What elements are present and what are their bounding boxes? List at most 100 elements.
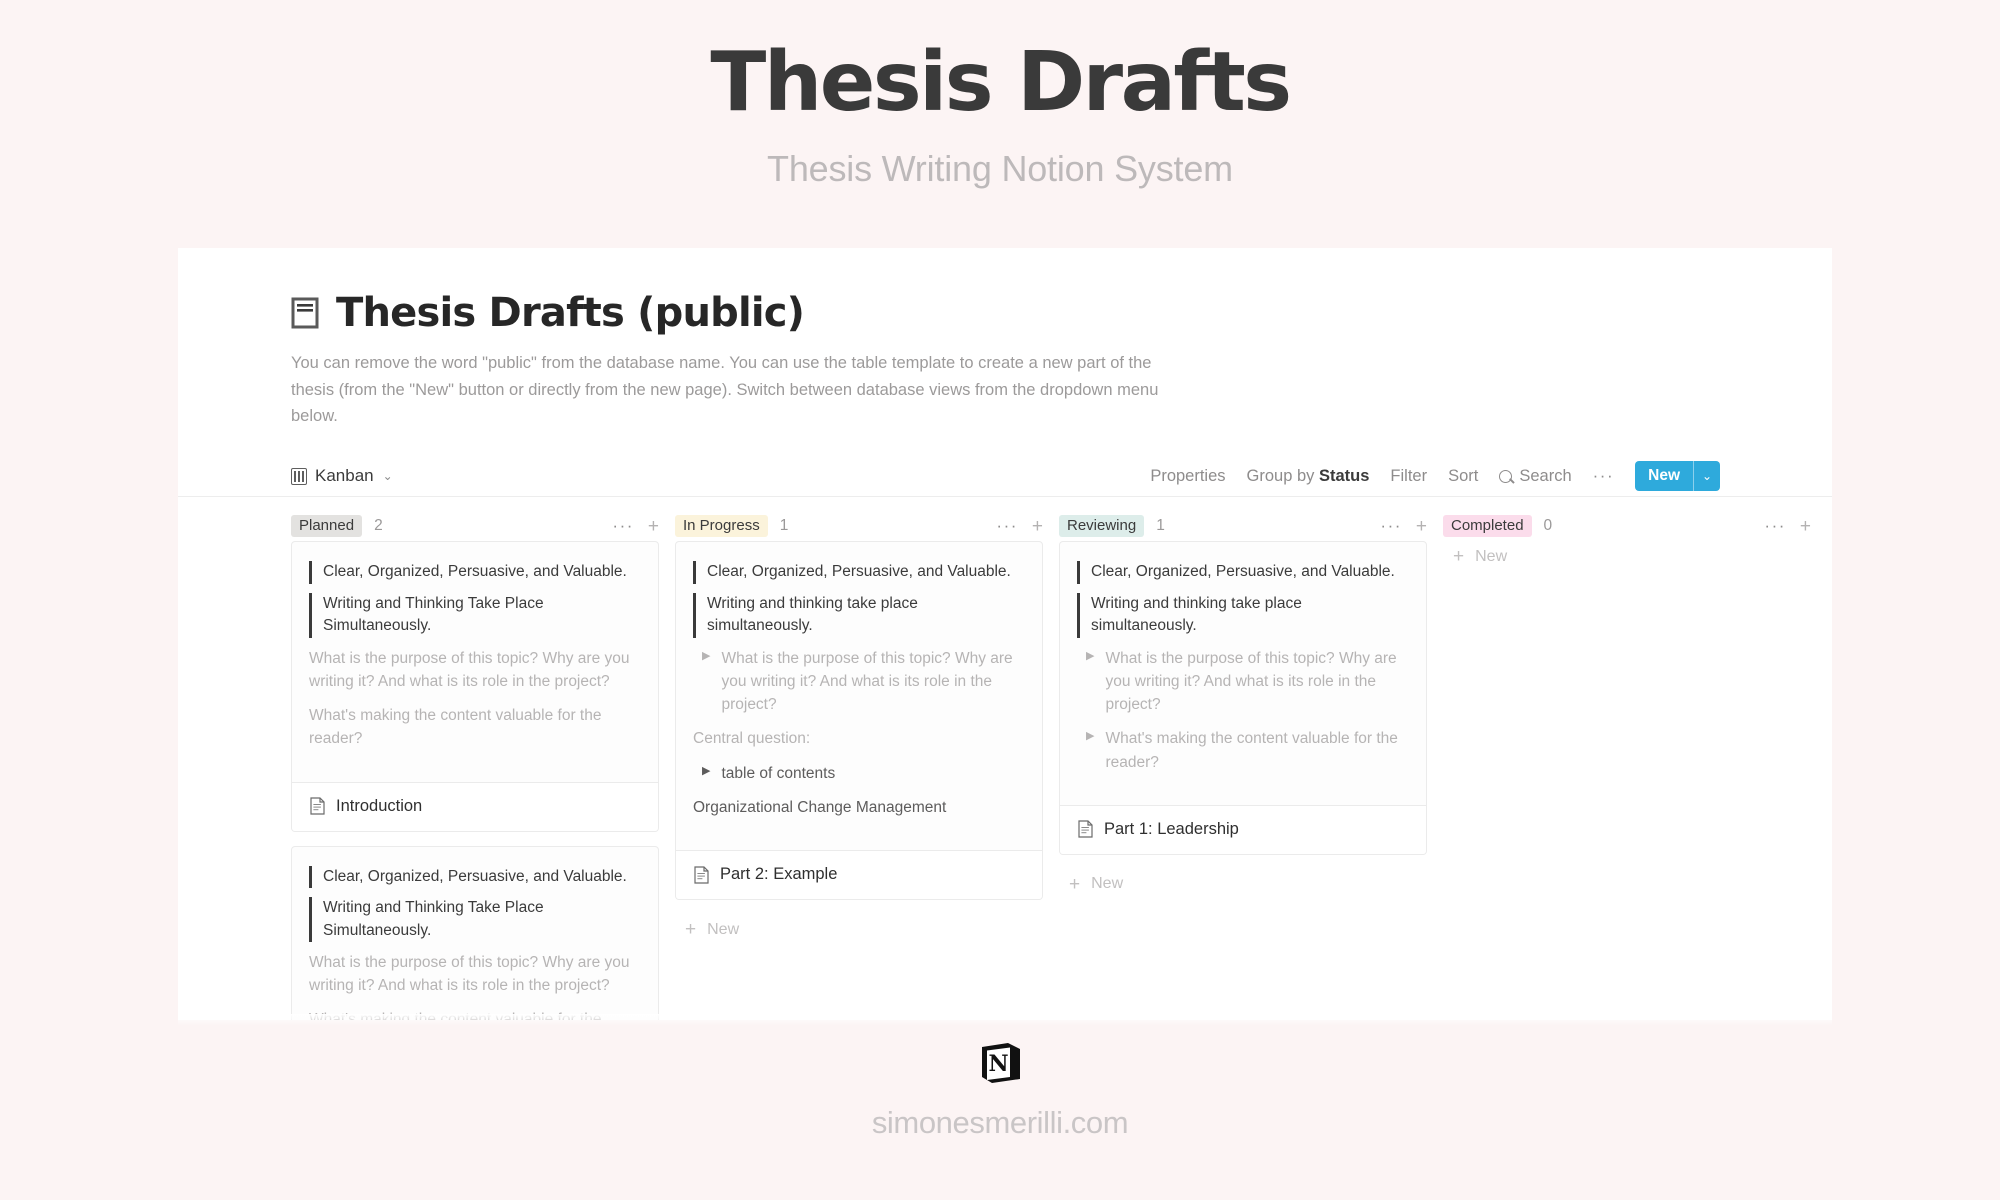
kanban-column-completed: Completed 0 ··· + + New xyxy=(1443,497,1827,1020)
plus-icon: + xyxy=(1453,546,1465,568)
card-toggle-block: ▶ What's making the content valuable for … xyxy=(1077,727,1406,774)
properties-button[interactable]: Properties xyxy=(1150,467,1225,486)
column-header: Completed 0 ··· + xyxy=(1443,497,1811,541)
column-add-icon[interactable]: + xyxy=(648,517,659,536)
card-text-block: What is the purpose of this topic? Why a… xyxy=(309,953,630,995)
page-root: Thesis Drafts Thesis Writing Notion Syst… xyxy=(0,0,2000,1200)
column-add-icon[interactable]: + xyxy=(1032,517,1043,536)
card-text-block: What is the purpose of this topic? Why a… xyxy=(309,649,630,690)
card-quote-block: Writing and Thinking Take Place Simultan… xyxy=(309,592,638,638)
more-options-icon[interactable]: ··· xyxy=(1593,466,1614,486)
new-button-label: New xyxy=(1648,467,1680,485)
column-more-icon[interactable]: ··· xyxy=(1380,516,1401,536)
kanban-card[interactable]: Clear, Organized, Persuasive, and Valuab… xyxy=(291,541,659,832)
card-toggle-label: What is the purpose of this topic? Why a… xyxy=(721,649,1013,714)
status-badge[interactable]: Completed xyxy=(1443,515,1532,538)
notion-screenshot-panel: Thesis Drafts (public) You can remove th… xyxy=(178,248,1832,1020)
card-toggle-label: What is the purpose of this topic? Why a… xyxy=(1105,649,1397,714)
group-by-button[interactable]: Group by Status xyxy=(1247,467,1370,486)
search-label: Search xyxy=(1519,466,1572,485)
column-header: Planned 2 ··· + xyxy=(291,497,659,541)
group-by-prefix: Group by xyxy=(1246,466,1315,485)
column-new-card-label: New xyxy=(707,920,740,938)
card-toggle-label: What's making the content valuable for t… xyxy=(1105,730,1398,771)
page-icon xyxy=(694,865,709,884)
card-quote-block: Writing and thinking take place simultan… xyxy=(693,592,1022,638)
column-actions: ··· + xyxy=(1764,516,1811,536)
column-count: 1 xyxy=(779,517,789,535)
card-footer: Introduction xyxy=(292,781,658,831)
view-toolbar: Kanban ⌄ Properties Group by Status Filt… xyxy=(178,456,1832,496)
column-more-icon[interactable]: ··· xyxy=(612,516,633,536)
column-header: In Progress 1 ··· + xyxy=(675,497,1043,541)
column-add-icon[interactable]: + xyxy=(1800,517,1811,536)
database-description: You can remove the word "public" from th… xyxy=(291,354,1159,426)
plus-icon: + xyxy=(685,919,697,941)
footer-url[interactable]: simonesmerilli.com xyxy=(0,1105,2000,1141)
kanban-card[interactable]: Clear, Organized, Persuasive, and Valuab… xyxy=(1059,541,1427,855)
card-text-block: Central question: xyxy=(693,730,811,748)
status-badge[interactable]: Planned xyxy=(291,515,363,538)
column-header: Reviewing 1 ··· + xyxy=(1059,497,1427,541)
chevron-down-icon: ⌄ xyxy=(382,469,393,484)
filter-button[interactable]: Filter xyxy=(1390,467,1427,486)
card-toggle-block: ▶ What is the purpose of this topic? Why … xyxy=(1077,647,1406,717)
kanban-card[interactable]: Clear, Organized, Persuasive, and Valuab… xyxy=(675,541,1043,901)
column-new-card-label: New xyxy=(1475,547,1508,565)
card-quote-block: Clear, Organized, Persuasive, and Valuab… xyxy=(309,865,638,889)
card-title: Part 2: Example xyxy=(720,865,838,884)
group-by-value: Status xyxy=(1318,466,1370,485)
column-new-card-button[interactable]: + New xyxy=(1443,541,1811,566)
page-title: Thesis Drafts xyxy=(710,35,1292,130)
notion-logo: N xyxy=(975,1038,1025,1093)
search-icon xyxy=(1499,469,1513,483)
page-subtitle: Thesis Writing Notion System xyxy=(767,148,1233,190)
column-more-icon[interactable]: ··· xyxy=(996,516,1017,536)
card-preview: Clear, Organized, Persuasive, and Valuab… xyxy=(292,542,658,781)
search-button[interactable]: Search xyxy=(1499,466,1572,486)
card-toggle-block: ▶ table of contents xyxy=(693,762,1022,785)
column-count: 1 xyxy=(1156,517,1165,535)
page-icon xyxy=(1078,820,1093,838)
card-quote-block: Clear, Organized, Persuasive, and Valuab… xyxy=(309,561,638,584)
card-footer: Part 2: Example xyxy=(676,850,1042,900)
card-preview: Clear, Organized, Persuasive, and Valuab… xyxy=(1060,542,1426,805)
column-new-card-button[interactable]: + New xyxy=(1059,869,1427,894)
svg-text:N: N xyxy=(988,1051,1008,1077)
column-add-icon[interactable]: + xyxy=(1416,517,1427,536)
card-quote-block: Writing and thinking take place simultan… xyxy=(1077,592,1406,638)
plus-icon: + xyxy=(1069,873,1081,895)
new-button[interactable]: New ⌄ xyxy=(1635,461,1720,492)
card-toggle-label: table of contents xyxy=(721,764,836,782)
card-title: Introduction xyxy=(336,796,423,815)
column-actions: ··· + xyxy=(612,516,659,536)
new-button-caret-icon[interactable]: ⌄ xyxy=(1694,461,1720,491)
hero-header: Thesis Drafts Thesis Writing Notion Syst… xyxy=(0,0,2000,190)
kanban-card[interactable]: Clear, Organized, Persuasive, and Valuab… xyxy=(291,845,659,1020)
column-new-card-button[interactable]: + New xyxy=(675,914,1043,939)
sort-button[interactable]: Sort xyxy=(1448,467,1478,486)
triangle-right-icon: ▶ xyxy=(1086,649,1095,662)
panel-bottom-fade xyxy=(178,1014,1832,1026)
kanban-column-in-progress: In Progress 1 ··· + Clear, Organized, Persua… xyxy=(675,497,1059,1020)
view-tab-label: Kanban xyxy=(315,466,374,486)
triangle-right-icon: ▶ xyxy=(1086,730,1095,743)
status-badge[interactable]: In Progress xyxy=(675,515,768,538)
kanban-board: Planned 2 ··· + Clear, Organized, Persuasive… xyxy=(178,497,1832,1020)
status-badge[interactable]: Reviewing xyxy=(1059,515,1145,538)
column-count: 0 xyxy=(1543,517,1553,535)
card-quote-block: Clear, Organized, Persuasive, and Valuab… xyxy=(1077,561,1406,584)
database-header: Thesis Drafts (public) xyxy=(178,248,1832,336)
card-text-block: Organizational Change Management xyxy=(693,798,947,816)
view-tab-kanban[interactable]: Kanban ⌄ xyxy=(291,466,393,486)
column-actions: ··· + xyxy=(1380,516,1427,536)
card-quote-block: Writing and Thinking Take Place Simultan… xyxy=(309,897,638,942)
card-preview: Clear, Organized, Persuasive, and Valuab… xyxy=(676,542,1042,850)
kanban-icon xyxy=(291,467,307,485)
card-footer: Part 1: Leadership xyxy=(1060,804,1426,854)
kanban-column-reviewing: Reviewing 1 ··· + Clear, Organized, Persuasi… xyxy=(1059,497,1443,1020)
page-icon xyxy=(310,797,325,815)
column-more-icon[interactable]: ··· xyxy=(1764,516,1785,536)
card-text-block: What's making the content valuable for t… xyxy=(309,707,602,748)
column-actions: ··· + xyxy=(996,516,1043,536)
